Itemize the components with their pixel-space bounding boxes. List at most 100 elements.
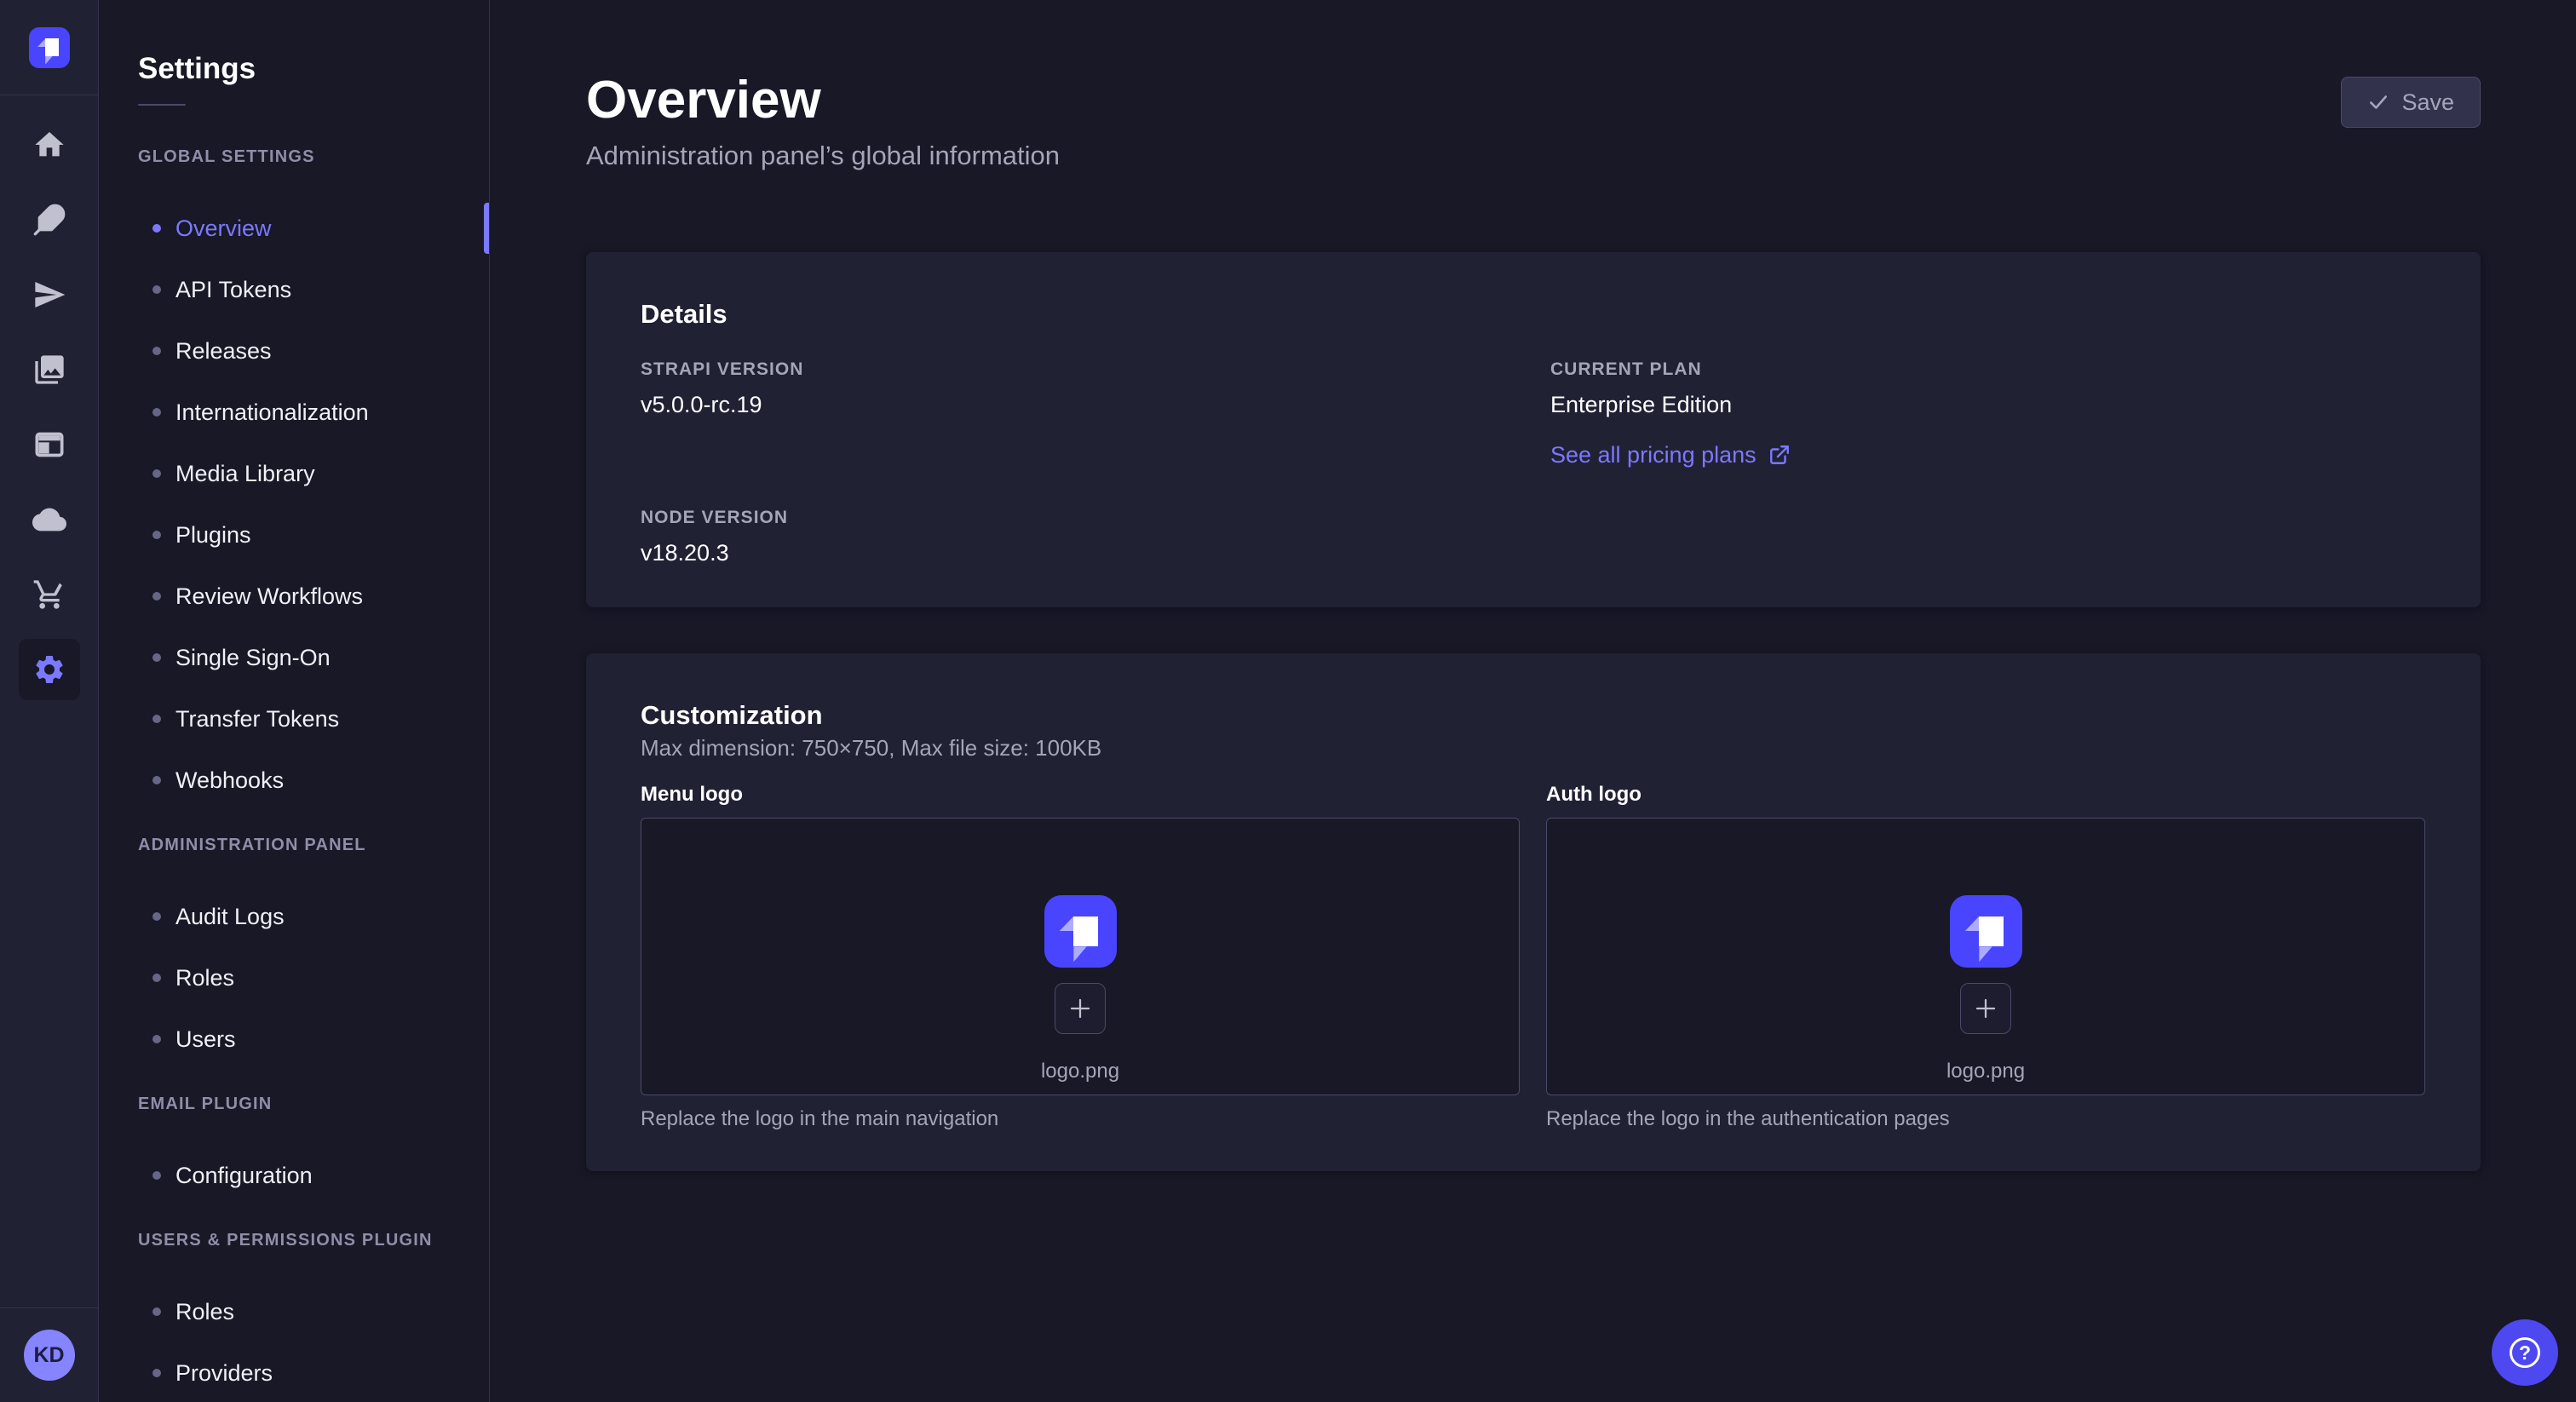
- gear-icon: [32, 652, 66, 687]
- details-left-column: STRAPI VERSION v5.0.0-rc.19 NODE VERSION…: [641, 359, 1550, 567]
- customization-card: Customization Max dimension: 750×750, Ma…: [586, 653, 2481, 1171]
- auth-logo-field: Auth logo logo.png Replace the logo in t…: [1546, 784, 2425, 1131]
- bullet-icon: [152, 408, 161, 417]
- sidebar-item-email-configuration[interactable]: Configuration: [99, 1145, 489, 1206]
- subnav-divider: [138, 104, 186, 106]
- customization-card-subtitle: Max dimension: 750×750, Max file size: 1…: [641, 735, 2426, 761]
- sidebar-item-media-library[interactable]: Media Library: [99, 443, 489, 504]
- details-right-column: CURRENT PLAN Enterprise Edition See all …: [1550, 359, 2426, 567]
- sidebar-item-admin-roles[interactable]: Roles: [99, 947, 489, 1008]
- nav-item-marketplace[interactable]: [0, 557, 98, 632]
- bullet-icon: [152, 653, 161, 662]
- sidebar-item-webhooks[interactable]: Webhooks: [99, 750, 489, 811]
- logo-filename: logo.png: [1946, 1060, 2025, 1083]
- add-logo-button[interactable]: [1055, 983, 1106, 1034]
- auth-logo-upload-box[interactable]: logo.png: [1546, 818, 2425, 1095]
- menu-logo-upload-box[interactable]: logo.png: [641, 818, 1520, 1095]
- bullet-icon: [152, 974, 161, 982]
- nav-item-content-type-builder[interactable]: [0, 182, 98, 257]
- bullet-icon: [152, 224, 161, 233]
- section-global-settings: GLOBAL SETTINGS Overview API Tokens Rele…: [99, 147, 489, 811]
- bullet-icon: [152, 1171, 161, 1180]
- sidebar-item-transfer-tokens[interactable]: Transfer Tokens: [99, 688, 489, 750]
- nav-item-media-library[interactable]: [0, 332, 98, 407]
- active-item-indicator: [484, 203, 489, 254]
- subnav-title: Settings: [138, 51, 489, 87]
- bullet-icon: [152, 469, 161, 478]
- nav-item-content-manager[interactable]: [0, 407, 98, 482]
- section-header: USERS & PERMISSIONS PLUGIN: [138, 1230, 489, 1250]
- strapi-logo-preview: [1950, 895, 2022, 968]
- customization-card-title: Customization: [641, 701, 2426, 730]
- save-button[interactable]: Save: [2341, 77, 2481, 128]
- sidebar-item-api-tokens[interactable]: API Tokens: [99, 259, 489, 320]
- bullet-icon: [152, 1307, 161, 1316]
- section-administration-panel: ADMINISTRATION PANEL Audit Logs Roles Us…: [99, 835, 489, 1070]
- feather-icon: [32, 203, 66, 237]
- sidebar-item-review-workflows[interactable]: Review Workflows: [99, 566, 489, 627]
- sidebar-item-up-roles[interactable]: Roles: [99, 1281, 489, 1342]
- logo-filename: logo.png: [1041, 1060, 1119, 1083]
- check-icon: [2367, 91, 2389, 113]
- current-plan-field: CURRENT PLAN Enterprise Edition: [1550, 359, 2426, 419]
- nav-item-cloud[interactable]: [0, 482, 98, 557]
- sidebar-item-internationalization[interactable]: Internationalization: [99, 382, 489, 443]
- nav-item-home[interactable]: [0, 107, 98, 182]
- bullet-icon: [152, 347, 161, 355]
- bullet-icon: [152, 1035, 161, 1043]
- section-email-plugin: EMAIL PLUGIN Configuration: [99, 1094, 489, 1206]
- brand-logo-cell: [0, 0, 98, 95]
- menu-logo-field: Menu logo logo.png Replace the logo in t…: [641, 784, 1520, 1131]
- bullet-icon: [152, 776, 161, 784]
- bullet-icon: [152, 531, 161, 539]
- section-header: GLOBAL SETTINGS: [138, 147, 489, 167]
- sidebar-item-overview[interactable]: Overview: [99, 198, 489, 259]
- auth-logo-hint: Replace the logo in the authentication p…: [1546, 1107, 2425, 1131]
- bullet-icon: [152, 912, 161, 921]
- plus-icon: [1067, 996, 1093, 1021]
- settings-subnav: Settings GLOBAL SETTINGS Overview API To…: [99, 0, 490, 1402]
- rail-footer: KD: [0, 1307, 98, 1402]
- external-link-icon: [1768, 444, 1791, 466]
- bullet-icon: [152, 592, 161, 600]
- question-mark-icon: ?: [2510, 1337, 2540, 1368]
- nav-item-deploy[interactable]: [0, 257, 98, 332]
- menu-logo-hint: Replace the logo in the main navigation: [641, 1107, 1520, 1131]
- bullet-icon: [152, 1369, 161, 1377]
- avatar[interactable]: KD: [24, 1330, 75, 1381]
- home-icon: [32, 128, 66, 162]
- strapi-logo-square: [45, 38, 59, 55]
- cloud-icon: [32, 503, 66, 537]
- bullet-icon: [152, 285, 161, 294]
- sidebar-item-single-sign-on[interactable]: Single Sign-On: [99, 627, 489, 688]
- main-nav-rail: KD: [0, 0, 99, 1402]
- sidebar-item-audit-logs[interactable]: Audit Logs: [99, 886, 489, 947]
- strapi-logo-triangle-bottom: [45, 56, 53, 65]
- section-header: EMAIL PLUGIN: [138, 1094, 489, 1114]
- add-logo-button[interactable]: [1960, 983, 2011, 1034]
- sidebar-item-up-providers[interactable]: Providers: [99, 1342, 489, 1402]
- layout-icon: [32, 428, 66, 462]
- section-users-permissions-plugin: USERS & PERMISSIONS PLUGIN Roles Provide…: [99, 1230, 489, 1402]
- details-card: Details STRAPI VERSION v5.0.0-rc.19 NODE…: [586, 252, 2481, 607]
- node-version-field: NODE VERSION v18.20.3: [641, 508, 1550, 567]
- main-content: Overview Administration panel’s global i…: [491, 0, 2576, 1402]
- images-icon: [32, 353, 66, 387]
- settings-active-tile: [19, 639, 80, 700]
- strapi-logo-preview: [1044, 895, 1117, 968]
- rail-icon-list: [0, 95, 98, 707]
- pricing-plans-link[interactable]: See all pricing plans: [1550, 440, 1791, 470]
- strapi-logo[interactable]: [29, 27, 70, 68]
- sidebar-item-plugins[interactable]: Plugins: [99, 504, 489, 566]
- cart-icon: [32, 577, 66, 612]
- strapi-version-field: STRAPI VERSION v5.0.0-rc.19: [641, 359, 1550, 419]
- strapi-logo-triangle-top: [37, 38, 46, 47]
- help-button[interactable]: ?: [2492, 1319, 2558, 1386]
- sidebar-item-releases[interactable]: Releases: [99, 320, 489, 382]
- details-card-title: Details: [641, 300, 2426, 329]
- page-title: Overview: [586, 72, 2481, 129]
- nav-item-settings[interactable]: [0, 632, 98, 707]
- sidebar-item-admin-users[interactable]: Users: [99, 1008, 489, 1070]
- page-subtitle: Administration panel’s global informatio…: [586, 140, 2481, 172]
- bullet-icon: [152, 715, 161, 723]
